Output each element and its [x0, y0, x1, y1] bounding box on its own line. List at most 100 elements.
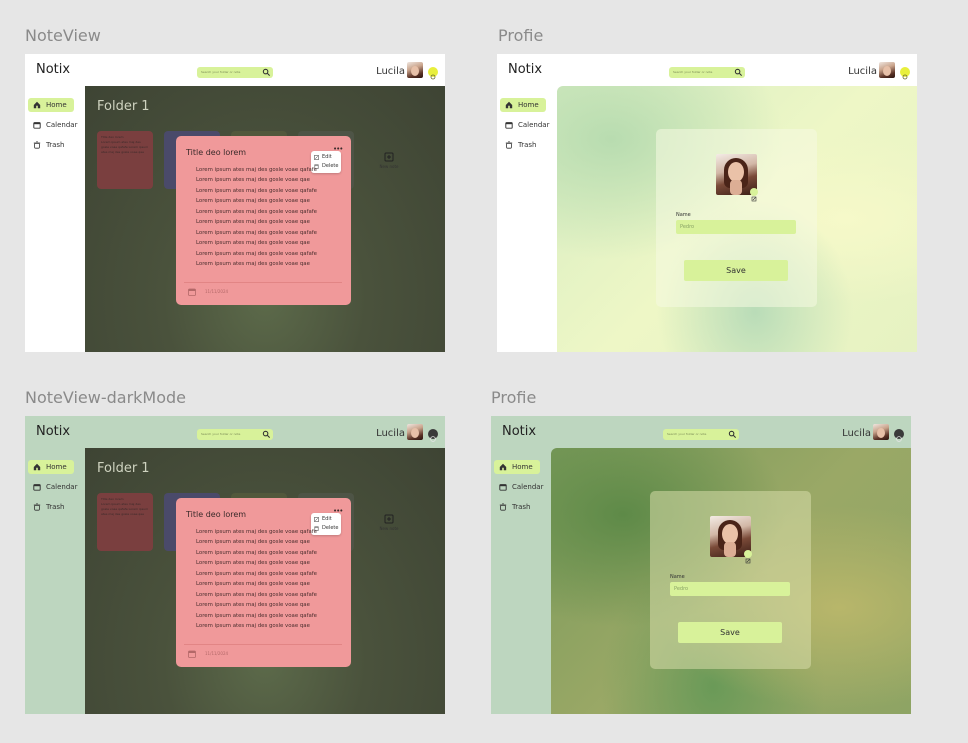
search-input[interactable]: Search your folder or note: [663, 429, 739, 440]
note-line: Lorem ipsum ates maj des gosle voae qae: [196, 240, 310, 246]
avatar[interactable]: [407, 424, 423, 440]
note-line: Lorem ipsum ates maj des gosle voae qae: [196, 623, 310, 629]
note-line: Lorem ipsum ates maj des gosle voae qafa…: [196, 613, 317, 619]
new-note-icon: [384, 514, 394, 524]
name-field[interactable]: Pedro: [676, 220, 796, 234]
sidebar-item-calendar[interactable]: Calendar: [28, 480, 78, 494]
sidebar: Home Calendar Trash: [497, 86, 557, 352]
avatar[interactable]: [407, 62, 423, 78]
new-note-button[interactable]: New note: [375, 513, 403, 531]
app-logo[interactable]: Notix: [502, 424, 536, 439]
note-title: Title deo lorem: [186, 148, 247, 157]
new-note-label: New note: [379, 164, 399, 169]
frame-title-profile: Profie: [498, 26, 544, 45]
sidebar-item-label: Calendar: [46, 121, 78, 129]
user-name: Lucila: [376, 428, 405, 439]
note-card[interactable]: Title deo lorem Lorem ipsum ates maj des…: [97, 493, 153, 551]
trash-icon: [505, 141, 513, 149]
note-date[interactable]: 11/11/2024: [188, 287, 268, 297]
edit-photo-button[interactable]: [750, 188, 758, 202]
note-date[interactable]: 11/11/2024: [188, 649, 268, 659]
trash-icon: [33, 141, 41, 149]
sidebar-item-label: Trash: [518, 141, 537, 149]
sidebar-item-home[interactable]: Home: [28, 98, 74, 112]
edit-photo-icon: [751, 196, 757, 202]
search-input[interactable]: Search your folder or note: [669, 67, 745, 78]
theme-toggle[interactable]: [894, 429, 904, 442]
main-content: Name Pedro Save: [557, 86, 917, 352]
theme-toggle[interactable]: [900, 67, 910, 80]
sidebar-item-home[interactable]: Home: [494, 460, 540, 474]
sidebar-item-label: Home: [46, 101, 67, 109]
save-button[interactable]: Save: [684, 260, 788, 281]
app-logo[interactable]: Notix: [36, 62, 70, 77]
sidebar-item-home[interactable]: Home: [500, 98, 546, 112]
date-icon: [188, 288, 196, 296]
search-input[interactable]: Search your folder or note: [197, 429, 273, 440]
search-input[interactable]: Search your folder or note: [197, 67, 273, 78]
sidebar-item-label: Calendar: [518, 121, 550, 129]
noteview-frame: Notix Search your folder or note Lucila …: [25, 54, 445, 352]
note-line: Lorem ipsum ates maj des gosle voae qae: [196, 177, 310, 183]
note-line: Lorem ipsum ates maj des gosle voae qae: [196, 581, 310, 587]
note-line: Lorem ipsum ates maj des gosle voae qae: [196, 198, 310, 204]
note-card-body: Lorem ipsum ates maj des gosle voae qafa…: [101, 502, 149, 516]
note-modal: Title deo lorem ••• Edit Delete Lorem ip…: [176, 136, 351, 305]
sidebar-item-calendar[interactable]: Calendar: [28, 118, 78, 132]
sidebar-item-label: Home: [46, 463, 67, 471]
note-card[interactable]: Title deo lorem Lorem ipsum ates maj des…: [97, 131, 153, 189]
topbar: Notix Search your folder or note Lucila: [497, 54, 917, 86]
note-line: Lorem ipsum ates maj des gosle voae qae: [196, 261, 310, 267]
sidebar-item-label: Calendar: [46, 483, 78, 491]
edit-photo-button[interactable]: [744, 550, 752, 564]
new-note-button[interactable]: New note: [375, 151, 403, 169]
sidebar-item-trash[interactable]: Trash: [28, 500, 74, 514]
note-line: Lorem ipsum ates maj des gosle voae qafa…: [196, 188, 317, 194]
theme-toggle[interactable]: [428, 429, 438, 442]
noteview-dark-frame: Notix Search your folder or note Lucila …: [25, 416, 445, 714]
edit-menu-item[interactable]: Edit: [313, 515, 339, 524]
edit-icon: [314, 517, 319, 522]
save-button[interactable]: Save: [678, 622, 782, 643]
sidebar-item-home[interactable]: Home: [28, 460, 74, 474]
avatar[interactable]: [873, 424, 889, 440]
main-content: Folder 1 Title deo lorem Lorem ipsum ate…: [85, 86, 445, 352]
theme-toggle[interactable]: [428, 67, 438, 80]
search-icon[interactable]: [262, 68, 271, 77]
edit-icon: [314, 155, 319, 160]
delete-label: Delete: [322, 163, 339, 169]
sidebar-item-trash[interactable]: Trash: [500, 138, 546, 152]
sidebar-item-calendar[interactable]: Calendar: [494, 480, 543, 494]
avatar[interactable]: [879, 62, 895, 78]
note-line: Lorem ipsum ates maj des gosle voae qafa…: [196, 167, 317, 173]
divider: [184, 282, 342, 283]
user-name: Lucila: [376, 66, 405, 77]
profile-card: Name Pedro Save: [656, 129, 817, 307]
app-logo[interactable]: Notix: [36, 424, 70, 439]
sidebar-item-trash[interactable]: Trash: [28, 138, 74, 152]
app-logo[interactable]: Notix: [508, 62, 542, 77]
search-placeholder: Search your folder or note: [667, 432, 707, 436]
sidebar-item-trash[interactable]: Trash: [494, 500, 540, 514]
calendar-icon: [33, 484, 41, 491]
sun-icon: [430, 74, 436, 80]
moon-icon: [430, 436, 436, 442]
search-icon[interactable]: [734, 68, 743, 77]
search-icon[interactable]: [262, 430, 271, 439]
note-line: Lorem ipsum ates maj des gosle voae qafa…: [196, 571, 317, 577]
sidebar-item-label: Home: [518, 101, 539, 109]
note-line: Lorem ipsum ates maj des gosle voae qae: [196, 602, 310, 608]
frame-title-noteview-dark: NoteView-darkMode: [25, 388, 187, 407]
frame-title-noteview: NoteView: [25, 26, 101, 45]
topbar: Notix Search your folder or note Lucila: [491, 416, 911, 448]
sidebar-item-label: Trash: [512, 503, 531, 511]
sidebar-item-calendar[interactable]: Calendar: [500, 118, 550, 132]
sidebar-item-label: Trash: [46, 141, 65, 149]
note-title: Title deo lorem: [186, 510, 247, 519]
search-placeholder: Search your folder or note: [201, 70, 241, 74]
search-icon[interactable]: [728, 430, 737, 439]
name-field[interactable]: Pedro: [670, 582, 790, 596]
note-line: Lorem ipsum ates maj des gosle voae qae: [196, 560, 310, 566]
edit-menu-item[interactable]: Edit: [313, 153, 339, 162]
note-card-body: Lorem ipsum ates maj des gosle voae qafa…: [101, 140, 149, 154]
